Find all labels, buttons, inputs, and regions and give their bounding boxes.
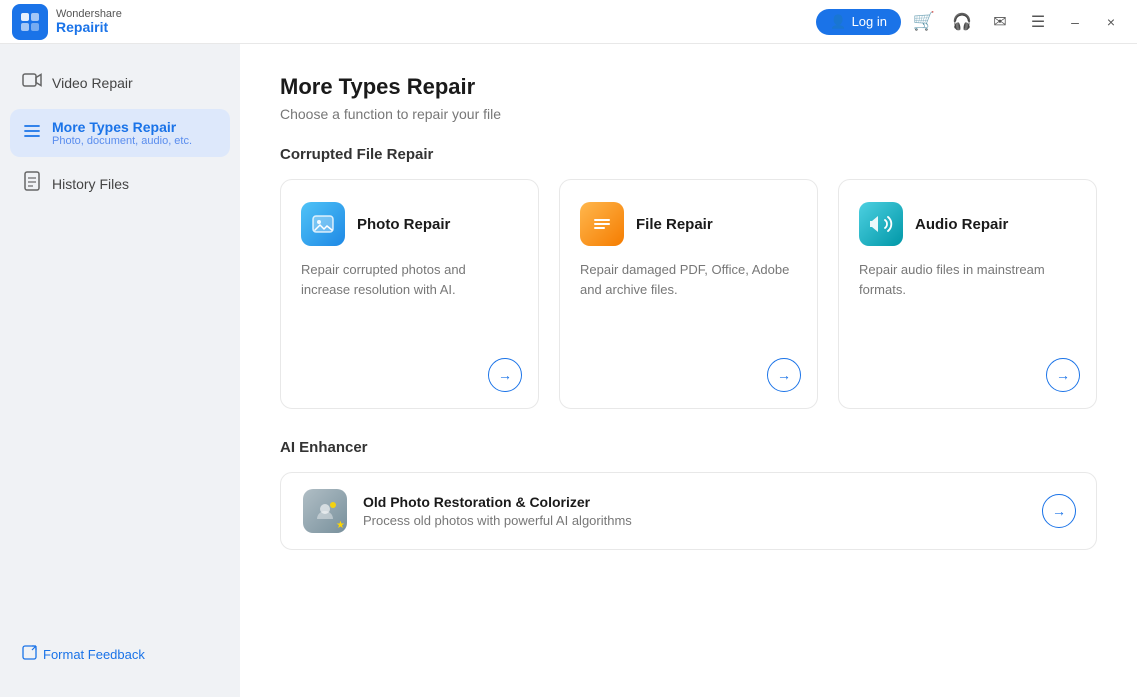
audio-repair-desc: Repair audio files in mainstream formats… (859, 260, 1076, 392)
more-types-sublabel: Photo, document, audio, etc. (52, 135, 192, 147)
content-area: More Types Repair Choose a function to r… (240, 44, 1137, 697)
headset-button[interactable]: 🎧 (947, 7, 977, 37)
history-files-text: History Files (52, 176, 129, 192)
ai-card-title: Old Photo Restoration & Colorizer (363, 494, 1028, 510)
audio-repair-card[interactable]: Audio Repair Repair audio files in mains… (838, 179, 1097, 409)
app-name: Repairit (56, 20, 122, 35)
close-icon: × (1107, 14, 1115, 30)
login-label: Log in (852, 14, 887, 29)
file-repair-card[interactable]: File Repair Repair damaged PDF, Office, … (559, 179, 818, 409)
ai-enhancer-section: AI Enhancer Old Photo Restoration & Colo… (280, 439, 1097, 550)
audio-repair-arrow[interactable]: → (1046, 358, 1080, 392)
minimize-button[interactable]: – (1061, 8, 1089, 36)
sidebar-item-more-types-repair[interactable]: More Types Repair Photo, document, audio… (10, 109, 230, 157)
history-files-label: History Files (52, 176, 129, 192)
logo-icon (12, 4, 48, 40)
ai-icon-inner (303, 489, 347, 533)
photo-repair-arrow[interactable]: → (488, 358, 522, 392)
logo-text: Wondershare Repairit (56, 8, 122, 35)
file-repair-arrow[interactable]: → (767, 358, 801, 392)
more-types-text: More Types Repair Photo, document, audio… (52, 119, 192, 147)
photo-repair-card[interactable]: Photo Repair Repair corrupted photos and… (280, 179, 539, 409)
cart-button[interactable]: 🛒 (909, 7, 939, 37)
sidebar: Video Repair More Types Repair Photo, do… (0, 44, 240, 697)
cart-icon: 🛒 (913, 11, 935, 32)
ai-card-arrow[interactable]: → (1042, 494, 1076, 528)
more-types-label: More Types Repair (52, 119, 192, 135)
sidebar-item-history-files[interactable]: History Files (10, 161, 230, 206)
headset-icon: 🎧 (952, 12, 972, 32)
history-files-icon (22, 171, 42, 196)
sidebar-nav: Video Repair More Types Repair Photo, do… (0, 60, 240, 206)
menu-button[interactable]: ☰ (1023, 7, 1053, 37)
ai-section-title: AI Enhancer (280, 439, 1097, 456)
ai-card-text: Old Photo Restoration & Colorizer Proces… (363, 494, 1028, 528)
feedback-link-icon (22, 645, 37, 663)
title-bar: Wondershare Repairit 👤 Log in 🛒 🎧 ✉ ☰ – … (0, 0, 1137, 44)
audio-repair-title: Audio Repair (915, 216, 1008, 233)
minimize-icon: – (1071, 14, 1079, 30)
mail-icon: ✉ (993, 12, 1006, 32)
more-types-icon (22, 121, 42, 146)
app-logo: Wondershare Repairit (12, 4, 122, 40)
old-photo-restoration-card[interactable]: Old Photo Restoration & Colorizer Proces… (280, 472, 1097, 550)
main-layout: Video Repair More Types Repair Photo, do… (0, 44, 1137, 697)
close-button[interactable]: × (1097, 8, 1125, 36)
video-repair-icon (22, 70, 42, 95)
repair-cards-grid: Photo Repair Repair corrupted photos and… (280, 179, 1097, 409)
page-subtitle: Choose a function to repair your file (280, 106, 1097, 122)
photo-repair-header: Photo Repair (301, 202, 518, 246)
file-repair-icon (580, 202, 624, 246)
photo-repair-desc: Repair corrupted photos and increase res… (301, 260, 518, 392)
titlebar-actions: 👤 Log in 🛒 🎧 ✉ ☰ – × (816, 7, 1125, 37)
corrupted-section-title: Corrupted File Repair (280, 146, 1097, 163)
sidebar-bottom: Format Feedback (0, 637, 240, 681)
audio-repair-header: Audio Repair (859, 202, 1076, 246)
page-title: More Types Repair (280, 74, 1097, 100)
menu-icon: ☰ (1031, 12, 1045, 32)
feedback-label: Format Feedback (43, 647, 145, 662)
file-repair-header: File Repair (580, 202, 797, 246)
file-repair-desc: Repair damaged PDF, Office, Adobe and ar… (580, 260, 797, 392)
ai-card-desc: Process old photos with powerful AI algo… (363, 513, 1028, 528)
mail-button[interactable]: ✉ (985, 7, 1015, 37)
sidebar-item-video-repair[interactable]: Video Repair (10, 60, 230, 105)
ai-card-icon-wrapper (301, 487, 349, 535)
video-repair-label: Video Repair (52, 75, 133, 91)
photo-repair-icon (301, 202, 345, 246)
video-repair-text: Video Repair (52, 75, 133, 91)
person-icon: 👤 (830, 14, 846, 30)
audio-repair-icon (859, 202, 903, 246)
login-button[interactable]: 👤 Log in (816, 9, 901, 35)
format-feedback-link[interactable]: Format Feedback (10, 637, 230, 671)
file-repair-title: File Repair (636, 216, 713, 233)
photo-repair-title: Photo Repair (357, 216, 450, 233)
